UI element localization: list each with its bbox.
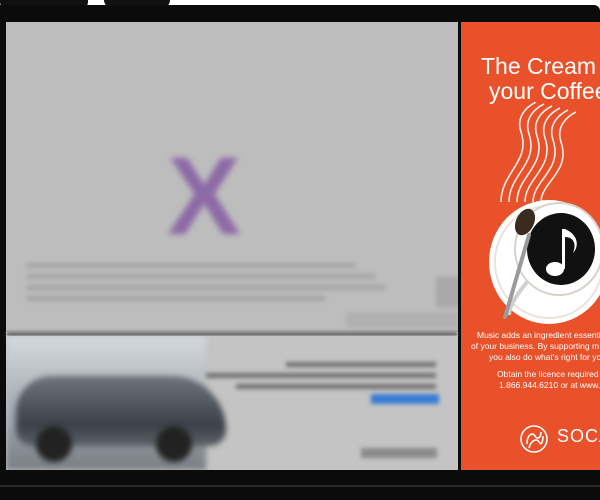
bezel-bottom — [0, 470, 600, 500]
blurred-ad-text — [186, 356, 436, 395]
ad-cta-line: Obtain the licence required b — [497, 369, 600, 379]
blurred-content-area: X — [6, 22, 458, 332]
bezel-strip — [0, 485, 600, 487]
ad-body-text: Music adds an ingredient essential of yo… — [461, 330, 600, 397]
bezel-top — [0, 5, 600, 22]
ad-headline: The Cream your Coffee — [481, 54, 600, 104]
ad-body-line: of your business. By supporting m — [471, 341, 600, 351]
ad-body-line: you also do what's right for you — [489, 352, 600, 362]
blurred-car-ad — [6, 336, 458, 470]
socan-advertisement[interactable]: The Cream your Coffee Music adds an ingr… — [461, 22, 600, 470]
socan-brand-text: SOCAN — [557, 426, 600, 446]
coffee-cup-icon — [489, 200, 600, 324]
device-frame: X The Cream your Coffee Music adds an in… — [0, 0, 600, 500]
close-icon[interactable]: X — [164, 142, 244, 262]
ad-title-line-1: The Cream — [481, 53, 597, 79]
blurred-bar — [346, 312, 458, 328]
blurred-side-button — [436, 277, 458, 307]
blurred-paragraph — [26, 257, 386, 307]
blurred-cta-button — [371, 394, 439, 404]
ad-body-line: Music adds an ingredient essential — [477, 330, 600, 340]
car-wheel — [36, 426, 72, 462]
ad-cta-line: 1.866.944.6210 or at www.s — [499, 380, 600, 390]
blurred-footer-button — [361, 448, 437, 458]
car-wheel — [156, 426, 192, 462]
ad-title-line-2: your Coffee — [489, 78, 600, 104]
